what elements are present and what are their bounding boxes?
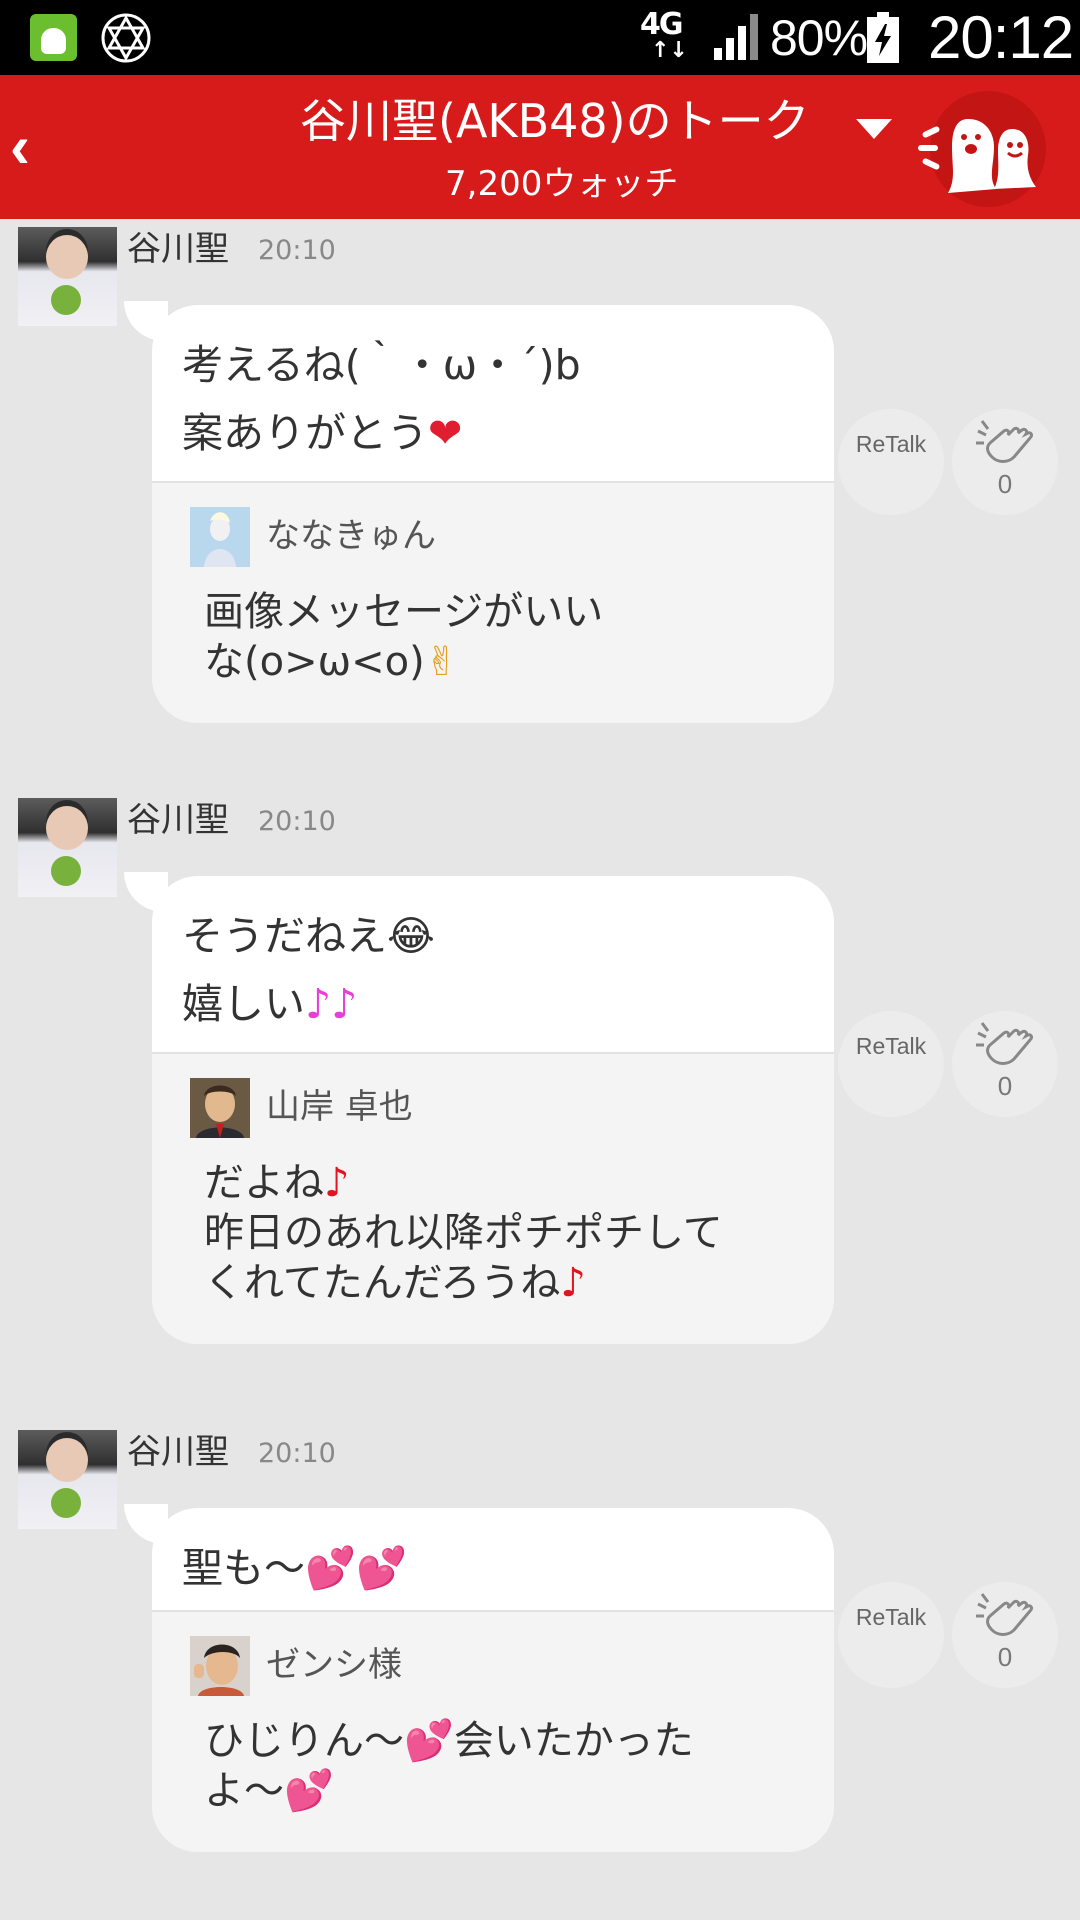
- avatar[interactable]: [190, 1078, 250, 1138]
- avatar[interactable]: [190, 1636, 250, 1696]
- music-note-icon: ♪: [560, 1260, 586, 1306]
- quote-username: 山岸 卓也: [266, 1087, 413, 1127]
- signal-icon: [714, 14, 758, 60]
- heart-emoji-icon: ❤: [428, 409, 463, 457]
- page-title[interactable]: 谷川聖(AKB48)のトーク: [300, 93, 810, 149]
- quoted-comment[interactable]: ゼンシ様 ひじりん〜💕会いたかった よ〜💕: [152, 1610, 834, 1852]
- battery-percent: 80%: [770, 10, 868, 66]
- retalk-button[interactable]: ReTalk: [838, 1582, 944, 1688]
- sender-name: 谷川聖: [127, 800, 229, 840]
- message-text: 嬉しい♪♪: [182, 980, 358, 1028]
- message-bubble: 聖も〜💕💕 ゼンシ様 ひじりん〜💕会いたかった よ〜💕: [152, 1508, 834, 1852]
- hexagram-icon: [101, 13, 151, 63]
- clap-count: 0: [997, 1642, 1013, 1672]
- laughing-emoji-icon: 😂: [387, 912, 435, 960]
- sender-name: 谷川聖: [127, 1432, 229, 1472]
- status-bar: 4G ↑↓ 80% 20:12: [0, 0, 1080, 75]
- hearts-emoji-icon: 💕: [284, 1768, 334, 1814]
- retalk-button[interactable]: ReTalk: [838, 409, 944, 515]
- message-bubble: そうだねえ😂 嬉しい♪♪ 山岸 卓也 だよね♪ 昨日のあれ以降ポチポチして くれ…: [152, 876, 834, 1344]
- quote-text: だよね♪: [204, 1160, 350, 1206]
- clap-count: 0: [997, 1071, 1013, 1101]
- back-button[interactable]: ‹: [10, 115, 50, 179]
- message-text: 案ありがとう❤: [182, 409, 463, 457]
- hearts-emoji-icon: 💕💕: [305, 1544, 408, 1592]
- avatar[interactable]: [18, 798, 117, 897]
- chevron-down-icon[interactable]: [856, 119, 892, 139]
- quote-text: 画像メッセージがいい: [204, 589, 604, 635]
- sender-name: 谷川聖: [127, 229, 229, 269]
- avatar[interactable]: [190, 507, 250, 567]
- clock: 20:12: [928, 4, 1074, 71]
- quote-text: よ〜💕: [204, 1768, 334, 1814]
- music-note-icon: ♪♪: [305, 980, 358, 1028]
- message-time: 20:10: [258, 235, 336, 266]
- message-text: そうだねえ😂: [182, 912, 435, 960]
- message-time: 20:10: [258, 806, 336, 837]
- message-time: 20:10: [258, 1438, 336, 1469]
- talk-header: ‹ 谷川聖(AKB48)のトーク 7,200ウォッチ: [0, 75, 1080, 219]
- quote-text: くれてたんだろうね♪: [204, 1260, 586, 1306]
- retalk-button[interactable]: ReTalk: [838, 1011, 944, 1117]
- battery-charging-icon: [867, 12, 899, 63]
- avatar[interactable]: [18, 1430, 117, 1529]
- quote-text: 昨日のあれ以降ポチポチして: [204, 1210, 723, 1256]
- quoted-comment[interactable]: ななきゅん 画像メッセージがいい な(o>ω<o)✌: [152, 481, 834, 723]
- app-notification-icon: [30, 14, 77, 61]
- clap-count: 0: [997, 469, 1013, 499]
- quote-text: ひじりん〜💕会いたかった: [204, 1718, 694, 1764]
- message-bubble: 考えるね(｀・ω・´)b 案ありがとう❤ ななきゅん 画像メッセージがいい な(…: [152, 305, 834, 723]
- quote-username: ゼンシ様: [266, 1645, 402, 1685]
- network-type: 4G: [640, 7, 683, 42]
- clap-button[interactable]: 0: [952, 1011, 1058, 1117]
- quote-username: ななきゅん: [266, 516, 436, 556]
- mascot-icon[interactable]: [918, 89, 1048, 209]
- clap-button[interactable]: 0: [952, 409, 1058, 515]
- music-note-icon: ♪: [324, 1160, 350, 1206]
- hearts-emoji-icon: 💕: [404, 1718, 454, 1764]
- peace-sign-icon: ✌: [424, 639, 459, 685]
- clap-icon: [976, 1022, 1033, 1065]
- message-text: 聖も〜💕💕: [182, 1544, 408, 1592]
- clap-icon: [976, 420, 1033, 463]
- data-arrows-icon: ↑↓: [651, 38, 688, 63]
- message-text: 考えるね(｀・ω・´)b: [182, 341, 581, 389]
- watch-count: 7,200ウォッチ: [445, 164, 679, 204]
- quote-text: な(o>ω<o)✌: [204, 639, 459, 685]
- avatar[interactable]: [18, 227, 117, 326]
- clap-button[interactable]: 0: [952, 1582, 1058, 1688]
- clap-icon: [976, 1593, 1033, 1636]
- quoted-comment[interactable]: 山岸 卓也 だよね♪ 昨日のあれ以降ポチポチして くれてたんだろうね♪: [152, 1052, 834, 1344]
